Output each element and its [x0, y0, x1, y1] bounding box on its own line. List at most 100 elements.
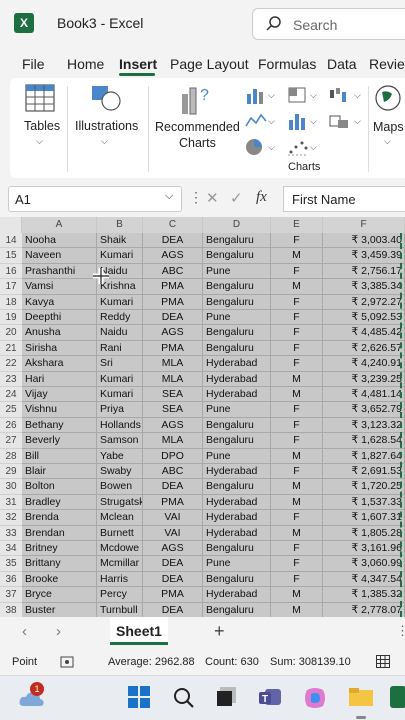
- cell-e[interactable]: F: [271, 541, 323, 557]
- cell-b[interactable]: Burnett: [97, 525, 143, 541]
- cell-d[interactable]: Hyderabad: [203, 387, 271, 403]
- maps-button[interactable]: Maps: [373, 120, 404, 134]
- cell-f[interactable]: ₹ 4,485.42: [323, 325, 405, 341]
- cell-c[interactable]: DEA: [143, 479, 203, 495]
- hierarchy-chart-icon[interactable]: [287, 86, 309, 104]
- cell-d[interactable]: Pune: [203, 402, 271, 418]
- row-header[interactable]: 19: [0, 310, 22, 326]
- maps-chevron-down-icon[interactable]: ⌵: [384, 136, 391, 147]
- cell-d[interactable]: Bengaluru: [203, 541, 271, 557]
- cell-b[interactable]: Kumari: [97, 387, 143, 403]
- cell-b[interactable]: Priya: [97, 402, 143, 418]
- cell-a[interactable]: Bethany: [22, 417, 97, 434]
- row-header[interactable]: 37: [0, 587, 22, 603]
- more-options-icon[interactable]: ⋮: [189, 189, 203, 206]
- cell-a[interactable]: Bill: [22, 448, 97, 464]
- file-explorer-icon[interactable]: [348, 686, 374, 708]
- column-header-c[interactable]: C: [143, 217, 203, 233]
- cell-c[interactable]: DPO: [143, 448, 203, 464]
- cell-b[interactable]: Shaik: [97, 233, 143, 249]
- cell-f[interactable]: ₹ 1,827.64: [323, 448, 405, 464]
- cell-c[interactable]: PMA: [143, 294, 203, 310]
- cell-c[interactable]: ABC: [143, 464, 203, 480]
- cell-b[interactable]: Kumari: [97, 294, 143, 310]
- cell-b[interactable]: Bowen: [97, 479, 143, 495]
- add-sheet-button[interactable]: +: [214, 621, 225, 642]
- confirm-entry-icon[interactable]: ✓: [230, 189, 243, 207]
- search-input[interactable]: Search: [252, 8, 405, 40]
- cell-c[interactable]: MLA: [143, 433, 203, 449]
- row-header[interactable]: 16: [0, 263, 22, 280]
- cell-b[interactable]: Reddy: [97, 310, 143, 326]
- cell-a[interactable]: Brenda: [22, 510, 97, 526]
- teams-icon[interactable]: T: [259, 686, 285, 708]
- cell-f[interactable]: ₹ 2,778.07: [323, 602, 405, 617]
- cell-c[interactable]: DEA: [143, 310, 203, 326]
- cell-e[interactable]: M: [271, 279, 323, 295]
- cell-e[interactable]: F: [271, 294, 323, 310]
- cell-f[interactable]: ₹ 2,626.57: [323, 340, 405, 357]
- cell-f[interactable]: ₹ 3,003.40: [323, 233, 405, 249]
- cell-d[interactable]: Bengaluru: [203, 248, 271, 264]
- tab-file[interactable]: File: [22, 56, 45, 72]
- cell-a[interactable]: Deepthi: [22, 310, 97, 326]
- cell-d[interactable]: Hyderabad: [203, 464, 271, 480]
- cell-a[interactable]: Bryce: [22, 587, 97, 603]
- cell-c[interactable]: DEA: [143, 556, 203, 572]
- name-box[interactable]: A1 ⌵: [8, 186, 182, 212]
- column-header-e[interactable]: E: [271, 217, 323, 233]
- cell-e[interactable]: F: [271, 402, 323, 418]
- chevron-down-icon[interactable]: ⌵: [268, 90, 275, 101]
- cell-e[interactable]: M: [271, 248, 323, 264]
- column-chart-icon[interactable]: [245, 86, 267, 104]
- row-header[interactable]: 25: [0, 402, 22, 418]
- cell-b[interactable]: Kumari: [97, 371, 143, 387]
- cell-b[interactable]: Samson: [97, 433, 143, 449]
- cell-d[interactable]: Pune: [203, 448, 271, 464]
- cell-d[interactable]: Hyderabad: [203, 510, 271, 526]
- row-header[interactable]: 21: [0, 340, 22, 357]
- row-header[interactable]: 29: [0, 464, 22, 480]
- tab-formulas[interactable]: Formulas: [258, 56, 316, 72]
- recommended-charts-label-2[interactable]: Charts: [179, 136, 216, 150]
- chevron-down-icon[interactable]: ⌵: [354, 90, 361, 101]
- row-header[interactable]: 26: [0, 417, 22, 434]
- row-header[interactable]: 17: [0, 279, 22, 295]
- cell-f[interactable]: ₹ 3,161.96: [323, 541, 405, 557]
- cell-b[interactable]: Mcdowe: [97, 541, 143, 557]
- cell-e[interactable]: M: [271, 448, 323, 464]
- cell-b[interactable]: Mclean: [97, 510, 143, 526]
- cell-d[interactable]: Pune: [203, 263, 271, 280]
- row-header[interactable]: 22: [0, 356, 22, 372]
- cell-f[interactable]: ₹ 1,537.33: [323, 494, 405, 511]
- cell-d[interactable]: Bengaluru: [203, 417, 271, 434]
- row-header[interactable]: 20: [0, 325, 22, 341]
- cell-d[interactable]: Hyderabad: [203, 371, 271, 387]
- cell-d[interactable]: Hyderabad: [203, 525, 271, 541]
- cell-e[interactable]: M: [271, 587, 323, 603]
- row-header[interactable]: 18: [0, 294, 22, 310]
- cell-f[interactable]: ₹ 4,240.91: [323, 356, 405, 372]
- tab-page-layout[interactable]: Page Layout: [170, 56, 249, 72]
- cell-b[interactable]: Sri: [97, 356, 143, 372]
- cell-f[interactable]: ₹ 4,347.54: [323, 571, 405, 588]
- cell-d[interactable]: Bengaluru: [203, 571, 271, 588]
- cell-e[interactable]: M: [271, 479, 323, 495]
- line-chart-icon[interactable]: [245, 112, 267, 130]
- cell-b[interactable]: Hollands: [97, 417, 143, 434]
- cell-e[interactable]: F: [271, 340, 323, 357]
- cell-a[interactable]: Akshara: [22, 356, 97, 372]
- column-header-b[interactable]: B: [97, 217, 143, 233]
- tab-data[interactable]: Data: [327, 56, 357, 72]
- select-all-corner[interactable]: [0, 217, 22, 233]
- tab-insert[interactable]: Insert: [119, 56, 157, 72]
- cell-c[interactable]: VAI: [143, 510, 203, 526]
- cell-d[interactable]: Bengaluru: [203, 433, 271, 449]
- cell-c[interactable]: SEA: [143, 387, 203, 403]
- cell-a[interactable]: Brittany: [22, 556, 97, 572]
- cell-f[interactable]: ₹ 1,607.31: [323, 510, 405, 526]
- cell-e[interactable]: F: [271, 310, 323, 326]
- row-header[interactable]: 14: [0, 233, 22, 249]
- cell-f[interactable]: ₹ 3,060.99: [323, 556, 405, 572]
- more-sheets-icon[interactable]: ⋮: [396, 623, 405, 639]
